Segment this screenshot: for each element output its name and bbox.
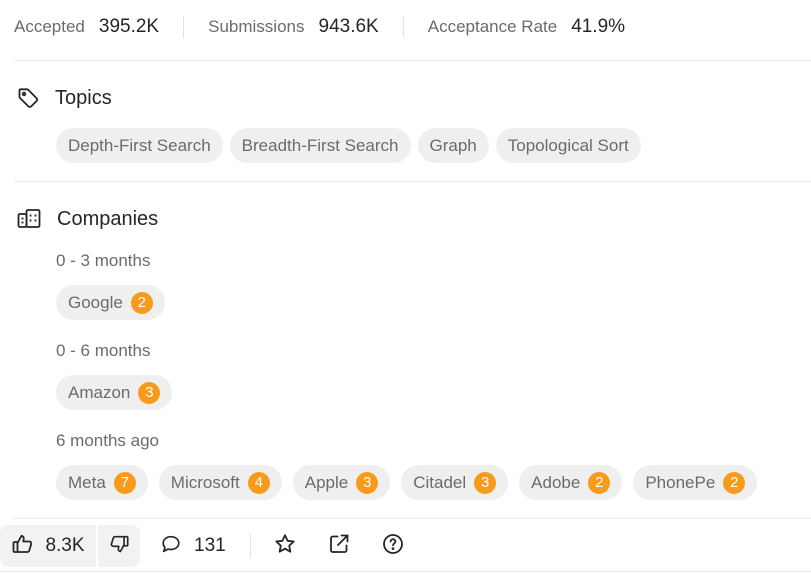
comment-icon [160,533,182,560]
company-tags: Amazon 3 [56,375,173,410]
company-tag[interactable]: Apple 3 [292,465,391,500]
topic-tag[interactable]: Graph [417,128,489,163]
company-name: Microsoft [170,472,240,492]
company-tag[interactable]: Amazon 3 [56,375,173,410]
submissions-stat: Submissions 943.6K [208,16,379,38]
topic-tag[interactable]: Breadth-First Search [229,128,411,163]
topic-tag[interactable]: Topological Sort [495,128,641,163]
thumbs-up-icon [11,532,35,561]
company-tags: Meta 7 Microsoft 4 Apple 3 Citadel 3 Ado… [56,465,758,500]
company-count-badge: 3 [474,471,497,494]
thumbs-down-icon [108,533,130,560]
like-button[interactable]: 8.3K [0,525,96,567]
topics-header[interactable]: Topics [16,86,112,110]
company-count-badge: 2 [723,471,746,494]
company-tags: Google 2 [56,285,165,320]
submission-stats: Accepted 395.2K Submissions 943.6K Accep… [14,14,625,40]
comment-count: 131 [194,535,226,556]
company-count-badge: 2 [130,291,153,314]
company-name: Google [68,292,123,312]
company-tag[interactable]: Microsoft 4 [158,465,282,500]
share-icon [327,532,351,561]
accepted-value: 395.2K [98,16,160,37]
company-tag[interactable]: Google 2 [56,285,165,320]
comments-button[interactable]: 131 [160,533,226,560]
company-count-badge: 2 [588,471,611,494]
company-tag[interactable]: PhonePe 2 [633,465,758,500]
company-count-badge: 3 [356,471,379,494]
company-name: Meta [68,472,106,492]
period-label: 0 - 6 months [56,341,151,360]
vote-group: 8.3K [0,525,140,567]
topics-title: Topics [55,86,112,109]
action-bar: 8.3K 131 [0,524,405,568]
submissions-value: 943.6K [318,16,379,37]
accepted-stat: Accepted 395.2K [14,16,159,38]
companies-title: Companies [57,207,159,230]
section-divider [14,518,811,519]
company-name: PhonePe [645,472,716,492]
company-tag[interactable]: Adobe 2 [519,465,623,500]
topic-tags: Depth-First Search Breadth-First Search … [56,128,641,163]
company-name: Citadel [413,472,467,492]
acceptance-rate-stat: Acceptance Rate 41.9% [428,16,625,38]
tag-icon [16,86,40,110]
like-count: 8.3K [45,535,85,556]
company-name: Apple [304,472,349,492]
company-count-badge: 3 [138,381,161,404]
company-name: Adobe [531,472,581,492]
company-name: Amazon [68,382,131,402]
help-button[interactable] [381,532,405,561]
period-label: 6 months ago [56,431,160,450]
companies-header[interactable]: Companies [16,207,158,231]
company-tag[interactable]: Citadel 3 [401,465,509,500]
section-divider [14,60,811,61]
divider [249,534,251,558]
topic-tag[interactable]: Depth-First Search [56,128,223,163]
bottom-divider [0,571,811,572]
help-icon [381,532,405,561]
period-label: 0 - 3 months [56,251,151,270]
dislike-button[interactable] [96,525,140,567]
acceptance-rate-label: Acceptance Rate [427,17,558,36]
section-divider [14,181,811,182]
company-count-badge: 4 [247,471,270,494]
divider [402,16,404,38]
share-button[interactable] [327,534,351,558]
accepted-label: Accepted [14,17,85,36]
divider [183,16,185,38]
acceptance-rate-value: 41.9% [571,16,626,37]
favorite-button[interactable] [273,532,297,561]
building-icon [16,207,42,231]
star-icon [273,532,297,561]
company-count-badge: 7 [113,471,136,494]
submissions-label: Submissions [208,17,305,36]
company-tag[interactable]: Meta 7 [56,465,148,500]
